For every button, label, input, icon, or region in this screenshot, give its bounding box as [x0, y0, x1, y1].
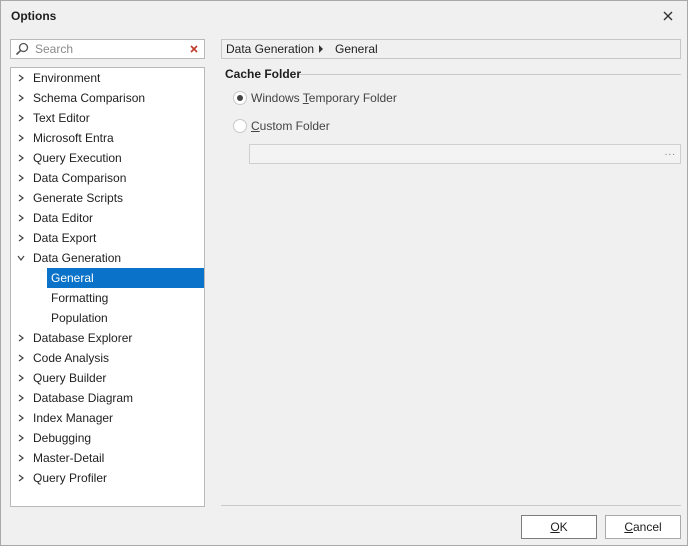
tree-item-query-execution[interactable]: Query Execution	[11, 148, 204, 168]
clear-search-icon[interactable]	[188, 43, 200, 55]
chevron-right-icon[interactable]	[16, 93, 26, 103]
tree-item-text-editor[interactable]: Text Editor	[11, 108, 204, 128]
tree-item-data-editor[interactable]: Data Editor	[11, 208, 204, 228]
chevron-down-icon[interactable]	[16, 253, 26, 263]
search-box[interactable]	[10, 39, 205, 59]
group-divider	[299, 74, 681, 75]
tree-item-query-profiler[interactable]: Query Profiler	[11, 468, 204, 488]
tree-item-label: Query Builder	[33, 371, 107, 385]
tree-item-master-detail[interactable]: Master-Detail	[11, 448, 204, 468]
custom-folder-path-field[interactable]: ...	[249, 144, 681, 164]
chevron-right-icon[interactable]	[16, 173, 26, 183]
cancel-button[interactable]: Cancel	[605, 515, 681, 539]
tree-item-label: Index Manager	[33, 411, 114, 425]
radio-selected-dot	[237, 95, 243, 101]
tree-item-query-builder[interactable]: Query Builder	[11, 368, 204, 388]
tree-item-label: Formatting	[51, 291, 109, 305]
chevron-right-icon[interactable]	[16, 73, 26, 83]
chevron-right-icon[interactable]	[16, 353, 26, 363]
chevron-right-icon[interactable]	[16, 453, 26, 463]
breadcrumb-item-general[interactable]: General	[335, 42, 378, 56]
search-icon	[15, 42, 29, 56]
close-icon	[663, 11, 673, 21]
tree-item-schema-comparison[interactable]: Schema Comparison	[11, 88, 204, 108]
chevron-right-icon[interactable]	[16, 113, 26, 123]
tree-item-label: Query Profiler	[33, 471, 108, 485]
tree-item-environment[interactable]: Environment	[11, 68, 204, 88]
tree-item-label: Code Analysis	[33, 351, 110, 365]
tree-item-label: General	[51, 271, 94, 285]
chevron-right-icon[interactable]	[16, 373, 26, 383]
chevron-right-icon[interactable]	[16, 133, 26, 143]
chevron-right-icon[interactable]	[16, 153, 26, 163]
search-input[interactable]	[35, 41, 185, 57]
chevron-right-icon[interactable]	[16, 413, 26, 423]
tree-item-label: Schema Comparison	[33, 91, 146, 105]
breadcrumb-item-data-generation[interactable]: Data Generation	[226, 42, 314, 56]
caret-right-icon	[319, 45, 323, 53]
tree-item-label: Database Explorer	[33, 331, 133, 345]
chevron-right-icon[interactable]	[16, 233, 26, 243]
tree-item-label: Data Comparison	[33, 171, 127, 185]
tree-item-label: Microsoft Entra	[33, 131, 114, 145]
tree-item-generate-scripts[interactable]: Generate Scripts	[11, 188, 204, 208]
tree-item-data-export[interactable]: Data Export	[11, 228, 204, 248]
chevron-right-icon[interactable]	[16, 393, 26, 403]
tree-item-population[interactable]: Population	[11, 308, 204, 328]
browse-ellipsis-button[interactable]: ...	[665, 147, 676, 158]
options-tree[interactable]: Environment Schema Comparison Text Edito…	[10, 67, 205, 507]
tree-item-label: Query Execution	[33, 151, 122, 165]
tree-item-database-explorer[interactable]: Database Explorer	[11, 328, 204, 348]
custom-folder-label[interactable]: Custom Folder	[251, 119, 330, 133]
tree-item-label: Data Generation	[33, 251, 122, 265]
tree-item-data-generation[interactable]: Data Generation	[11, 248, 204, 268]
ok-button[interactable]: OK	[521, 515, 597, 539]
chevron-right-icon[interactable]	[16, 473, 26, 483]
chevron-right-icon[interactable]	[16, 213, 26, 223]
windows-temp-folder-radio[interactable]	[233, 91, 247, 105]
tree-item-database-diagram[interactable]: Database Diagram	[11, 388, 204, 408]
tree-item-index-manager[interactable]: Index Manager	[11, 408, 204, 428]
tree-item-label: Master-Detail	[33, 451, 105, 465]
tree-item-label: Generate Scripts	[33, 191, 124, 205]
windows-temp-folder-label[interactable]: Windows Temporary Folder	[251, 91, 397, 105]
tree-item-microsoft-entra[interactable]: Microsoft Entra	[11, 128, 204, 148]
tree-item-data-comparison[interactable]: Data Comparison	[11, 168, 204, 188]
window-title: Options	[11, 9, 57, 23]
tree-item-label: Database Diagram	[33, 391, 134, 405]
close-button[interactable]	[657, 6, 679, 26]
title-bar: Options	[1, 1, 687, 31]
tree-item-code-analysis[interactable]: Code Analysis	[11, 348, 204, 368]
tree-item-formatting[interactable]: Formatting	[11, 288, 204, 308]
tree-item-label: Text Editor	[33, 111, 90, 125]
chevron-right-icon[interactable]	[16, 433, 26, 443]
footer-divider	[221, 505, 681, 506]
cache-folder-group-title: Cache Folder	[225, 67, 302, 81]
tree-item-label: Population	[51, 311, 108, 325]
chevron-right-icon[interactable]	[16, 193, 26, 203]
tree-item-debugging[interactable]: Debugging	[11, 428, 204, 448]
chevron-right-icon[interactable]	[16, 333, 26, 343]
breadcrumb: Data Generation General	[221, 39, 681, 59]
tree-item-label: Data Export	[33, 231, 97, 245]
custom-folder-radio[interactable]	[233, 119, 247, 133]
options-dialog: Options Environment Schema Comparison	[0, 0, 688, 546]
tree-item-label: Data Editor	[33, 211, 94, 225]
tree-item-general[interactable]: General	[47, 268, 204, 288]
tree-item-label: Environment	[33, 71, 101, 85]
tree-item-label: Debugging	[33, 431, 92, 445]
